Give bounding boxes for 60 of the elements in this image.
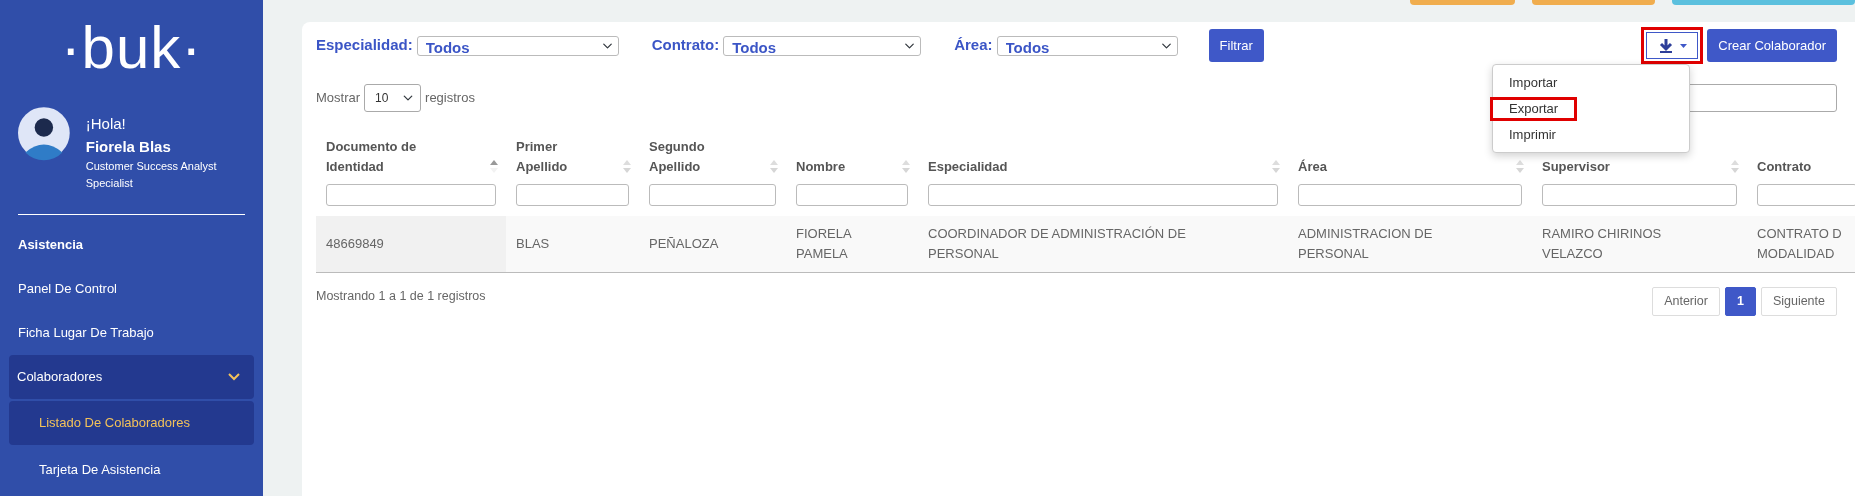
user-role: Customer Success Analyst Specialist — [85, 159, 218, 191]
table-cell: 48669849 — [316, 216, 506, 273]
top-action-button[interactable] — [1410, 0, 1515, 5]
table-cell: COORDINADOR DE ADMINISTRACIÓN DE PERSONAL — [918, 216, 1288, 273]
filter-select[interactable]: Todos — [723, 35, 922, 56]
column-header[interactable]: Primer Apellido — [516, 137, 609, 177]
column-filter-field[interactable] — [796, 184, 908, 206]
column-filter-field[interactable] — [1298, 184, 1522, 206]
section-heading: Asistencia — [18, 237, 84, 252]
logo: ·buk· — [60, 13, 203, 78]
filter-label: Área: — [954, 35, 993, 56]
page-button[interactable]: Siguiente — [1760, 287, 1837, 316]
top-action-button[interactable] — [1672, 0, 1855, 5]
column-filter-field[interactable] — [1757, 184, 1855, 206]
sidebar-subitem[interactable]: Tarjeta De Asistencia — [9, 444, 254, 495]
column-filter-field[interactable] — [516, 184, 629, 206]
sidebar-item[interactable]: Ficha Lugar De Trabajo — [0, 310, 254, 355]
download-icon — [1657, 37, 1674, 54]
column-filter-field[interactable] — [326, 184, 496, 206]
table-cell: BLAS — [506, 216, 639, 273]
length-label: Mostrar — [316, 89, 361, 108]
column-header[interactable]: Área — [1298, 157, 1502, 177]
column-header[interactable]: Segundo Apellido — [649, 137, 756, 177]
sidebar-item[interactable]: Panel De Control — [0, 266, 254, 311]
download-button[interactable] — [1641, 27, 1704, 64]
table-cell: ADMINISTRACION DE PERSONAL — [1288, 216, 1532, 273]
menu-item[interactable]: Exportar — [1490, 97, 1578, 121]
table-cell: CONTRATO D MODALIDAD — [1747, 216, 1855, 273]
column-filter-field[interactable] — [928, 184, 1278, 206]
column-filter-field[interactable] — [1542, 184, 1737, 206]
table-cell: RAMIRO CHIRINOS VELAZCO — [1532, 216, 1747, 273]
table-info: Mostrando 1 a 1 de 1 registros — [316, 288, 486, 305]
filter-select[interactable]: Todos — [996, 35, 1178, 56]
column-header[interactable]: Nombre — [796, 157, 888, 177]
column-filter-field[interactable] — [649, 184, 776, 206]
column-header[interactable]: Documento de Identidad — [326, 137, 476, 177]
top-action-button[interactable] — [1532, 0, 1655, 5]
table-cell: FIORELA PAMELA — [786, 216, 918, 273]
sidebar-item[interactable]: Colaboradores — [9, 354, 254, 399]
filter-button[interactable]: Filtrar — [1208, 29, 1264, 62]
page-button[interactable]: 1 — [1724, 287, 1756, 316]
create-button[interactable]: Crear Colaborador — [1707, 29, 1837, 62]
menu-item[interactable]: Imprimir — [1490, 123, 1575, 147]
page-size-select[interactable]: 10 — [364, 84, 422, 112]
avatar — [18, 105, 70, 161]
column-header[interactable]: Especialidad — [928, 157, 1258, 177]
page-button[interactable]: Anterior — [1652, 287, 1720, 316]
column-header[interactable]: Supervisor — [1542, 157, 1717, 177]
user-name: Fiorela Blas — [85, 136, 172, 157]
caret-icon — [1679, 43, 1687, 48]
sidebar-subitem[interactable]: Listado De Colaboradores — [9, 400, 254, 445]
column-header[interactable]: Contrato — [1757, 157, 1827, 177]
filter-select[interactable]: Todos — [416, 35, 619, 56]
menu-item[interactable]: Importar — [1490, 71, 1577, 95]
filter-label: Contrato: — [651, 35, 720, 56]
greeting-text: ¡Hola! — [85, 114, 127, 134]
length-label: registros — [425, 89, 475, 108]
chevron-icon — [228, 372, 240, 381]
table-cell: PEÑALOZA — [639, 216, 786, 273]
filter-label: Especialidad: — [316, 35, 413, 56]
